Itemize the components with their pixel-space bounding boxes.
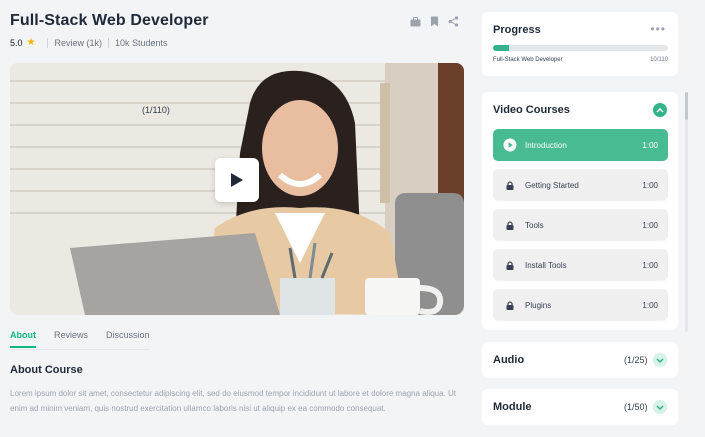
progress-card: Progress ••• Full-Stack Web Developer 10… [482,12,678,76]
lesson-duration: 1:00 [642,180,658,190]
bookmark-icon[interactable] [429,16,440,27]
course-tabs: About Reviews Discussion [10,330,150,348]
lesson-duration: 1:00 [642,140,658,150]
lock-icon [503,178,517,192]
course-meta: 5.0 ★ Review (1k) 10k Students [10,37,168,48]
more-options-icon[interactable]: ••• [650,22,666,36]
progress-count: 10/110 [650,57,668,63]
divider [108,37,109,48]
star-icon: ★ [26,37,36,48]
lesson-duration: 1:00 [642,300,658,310]
module-title: Module [493,401,532,413]
audio-count: (1/25) [624,355,648,365]
lesson-duration: 1:00 [642,220,658,230]
play-button[interactable] [215,158,259,202]
lesson-item-tools[interactable]: Tools 1:00 [493,209,668,241]
play-icon [231,173,243,187]
lesson-name: Tools [525,220,544,230]
tab-reviews[interactable]: Reviews [54,330,88,348]
rating-value: 5.0 [10,37,23,48]
review-count[interactable]: Review (1k) [54,38,102,48]
module-count: (1/50) [624,402,648,412]
progress-bar [493,45,668,51]
lock-icon [503,298,517,312]
course-title: Full-Stack Web Developer [10,12,209,29]
lesson-name: Install Tools [525,260,567,270]
about-title: About Course [10,364,83,376]
briefcase-icon[interactable] [410,16,421,27]
collapse-button[interactable] [653,103,667,117]
lesson-name: Introduction [525,140,567,150]
lock-icon [503,258,517,272]
header-actions [410,16,459,27]
chevron-up-icon [656,107,664,113]
progress-title: Progress [493,24,541,36]
lesson-name: Plugins [525,300,552,310]
module-section[interactable]: Module (1/50) [482,389,678,425]
tab-about[interactable]: About [10,330,36,348]
tab-discussion[interactable]: Discussion [106,330,150,348]
course-main: Full-Stack Web Developer 5.0 ★ Review (1… [0,0,475,437]
lock-icon [503,218,517,232]
lesson-item-install-tools[interactable]: Install Tools 1:00 [493,249,668,281]
play-circle-icon [503,138,517,152]
audio-section[interactable]: Audio (1/25) [482,342,678,378]
audio-title: Audio [493,354,525,366]
chevron-down-icon [656,404,664,410]
expand-button[interactable] [653,400,667,414]
scrollbar-thumb[interactable] [685,92,688,120]
video-courses-title: Video Courses [493,104,570,116]
lesson-name: Getting Started [525,180,579,190]
tabs-divider [10,349,150,350]
progress-bar-fill [493,45,509,51]
lesson-scrollbar[interactable] [685,92,688,332]
lesson-item-plugins[interactable]: Plugins 1:00 [493,289,668,321]
share-icon[interactable] [448,16,459,27]
video-courses-count: (1/110) [142,105,170,115]
lesson-item-getting-started[interactable]: Getting Started 1:00 [493,169,668,201]
lesson-item-introduction[interactable]: Introduction 1:00 [493,129,668,161]
lesson-duration: 1:00 [642,260,658,270]
about-description: Lorem ipsum dolor sit amet, consectetur … [10,389,457,413]
progress-label: Full-Stack Web Developer [493,57,563,63]
expand-button[interactable] [653,353,667,367]
divider [47,37,49,48]
video-player[interactable] [10,63,464,315]
chevron-down-icon [656,357,664,363]
student-count: 10k Students [115,37,168,48]
